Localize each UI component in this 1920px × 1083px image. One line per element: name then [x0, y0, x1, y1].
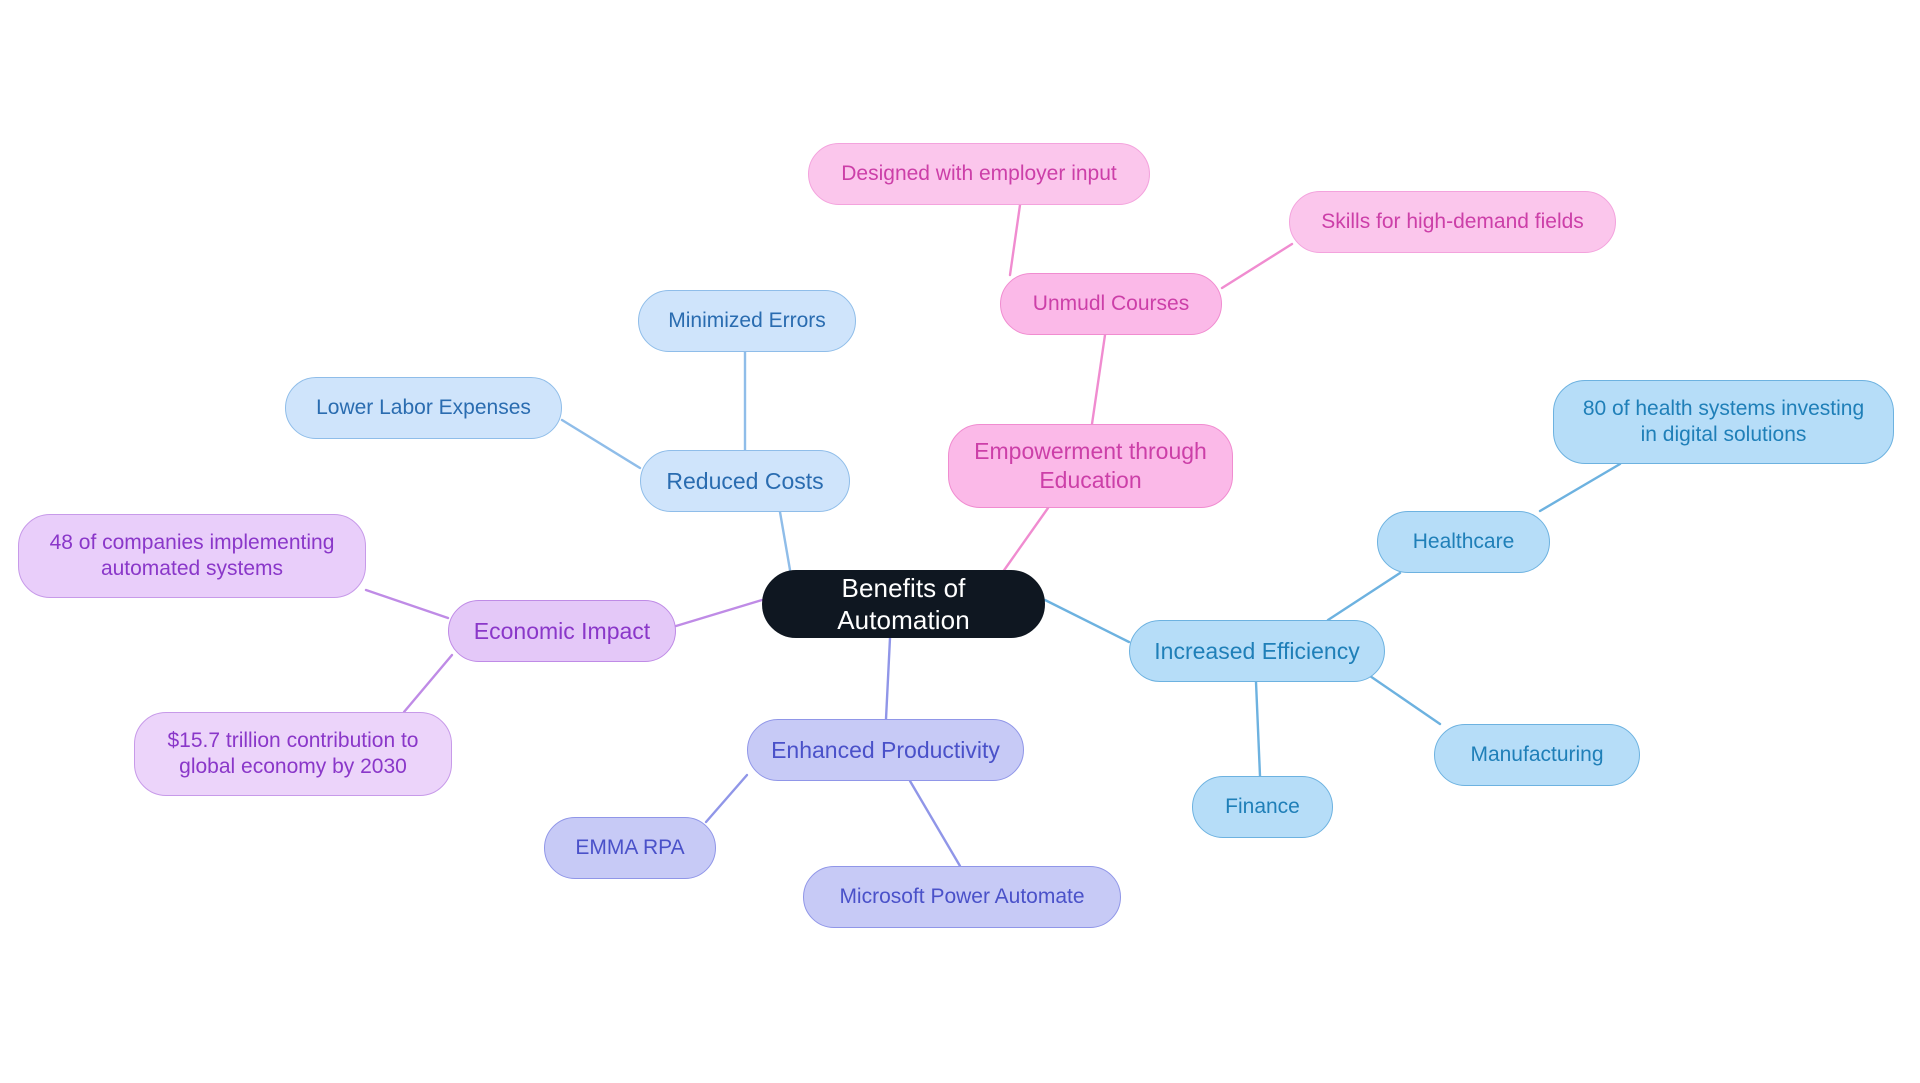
edge-efficiency-healthcare — [1326, 571, 1402, 622]
edge-unmudl-skills — [1220, 242, 1294, 290]
node-health-systems-stat[interactable]: 80 of health systems investing in digita… — [1553, 380, 1894, 464]
mindmap-canvas: Benefits of Automation Reduced Costs Minim… — [0, 0, 1920, 1083]
edge-root-economic-impact — [674, 598, 764, 628]
node-manufacturing[interactable]: Manufacturing — [1434, 724, 1640, 786]
edge-productivity-power-automate — [908, 779, 962, 868]
node-economic-impact[interactable]: Economic Impact — [448, 600, 676, 662]
edge-efficiency-finance — [1254, 680, 1262, 778]
node-global-economy-stat[interactable]: $15.7 trillion contribution to global ec… — [134, 712, 452, 796]
node-minimized-errors[interactable]: Minimized Errors — [638, 290, 856, 352]
node-finance[interactable]: Finance — [1192, 776, 1333, 838]
node-increased-efficiency[interactable]: Increased Efficiency — [1129, 620, 1385, 682]
node-enhanced-productivity[interactable]: Enhanced Productivity — [747, 719, 1024, 781]
node-lower-labor-expenses[interactable]: Lower Labor Expenses — [285, 377, 562, 439]
node-unmudl-courses[interactable]: Unmudl Courses — [1000, 273, 1222, 335]
edge-productivity-emma — [704, 773, 749, 824]
edge-efficiency-manufacturing — [1368, 674, 1442, 726]
edge-reduced-costs-lower-labor — [560, 418, 642, 470]
node-skills-for-high-demand-fields[interactable]: Skills for high-demand fields — [1289, 191, 1616, 253]
node-root[interactable]: Benefits of Automation — [762, 570, 1045, 638]
node-healthcare[interactable]: Healthcare — [1377, 511, 1550, 573]
edge-root-empowerment — [998, 506, 1050, 578]
node-empowerment-through-education[interactable]: Empowerment through Education — [948, 424, 1233, 508]
edge-economic-global-economy — [402, 653, 454, 714]
edge-economic-companies — [364, 588, 450, 620]
node-companies-automating-stat[interactable]: 48 of companies implementing automated s… — [18, 514, 366, 598]
edge-root-enhanced-productivity — [884, 636, 892, 721]
edge-healthcare-health-systems — [1538, 462, 1622, 513]
node-microsoft-power-automate[interactable]: Microsoft Power Automate — [803, 866, 1121, 928]
node-designed-with-employer-input[interactable]: Designed with employer input — [808, 143, 1150, 205]
node-emma-rpa[interactable]: EMMA RPA — [544, 817, 716, 879]
edge-unmudl-designed — [1008, 203, 1022, 277]
edge-empowerment-unmudl — [1090, 333, 1107, 426]
node-reduced-costs[interactable]: Reduced Costs — [640, 450, 850, 512]
edge-root-reduced-costs — [778, 510, 792, 572]
edge-root-increased-efficiency — [1043, 598, 1131, 644]
